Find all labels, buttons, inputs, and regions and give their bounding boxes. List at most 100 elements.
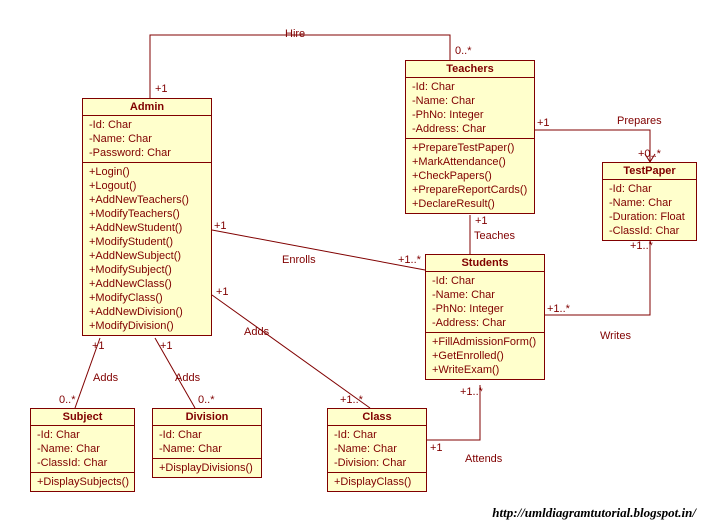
attr-row: -Name: Char xyxy=(412,94,528,108)
m: 0..* xyxy=(59,394,76,406)
class-subject: Subject-Id: Char-Name: Char-ClassId: Cha… xyxy=(30,408,135,492)
class-methods: +DisplayClass() xyxy=(328,473,426,491)
class-methods: +PrepareTestPaper()+MarkAttendance()+Che… xyxy=(406,139,534,213)
class-title: TestPaper xyxy=(603,163,696,180)
m: +1 xyxy=(537,117,550,129)
class-testpaper: TestPaper-Id: Char-Name: Char-Duration: … xyxy=(602,162,697,241)
attr-row: -Id: Char xyxy=(432,274,538,288)
class-title: Teachers xyxy=(406,61,534,78)
m: +1 xyxy=(214,220,227,232)
m: +1..* xyxy=(547,303,570,315)
class-attrs: -Id: Char-Name: Char-PhNo: Integer-Addre… xyxy=(406,78,534,139)
attr-row: -Division: Char xyxy=(334,456,420,470)
attr-row: -PhNo: Integer xyxy=(412,108,528,122)
method-row: +WriteExam() xyxy=(432,363,538,377)
class-methods: +DisplaySubjects() xyxy=(31,473,134,491)
method-row: +DisplaySubjects() xyxy=(37,475,128,489)
m: +1..* xyxy=(630,240,653,252)
class-attrs: -Id: Char-Name: Char-ClassId: Char xyxy=(31,426,134,473)
attr-row: -PhNo: Integer xyxy=(432,302,538,316)
class-division: Division-Id: Char-Name: Char+DisplayDivi… xyxy=(152,408,262,478)
m: +1 xyxy=(92,340,105,352)
m: +1 xyxy=(216,286,229,298)
class-title: Students xyxy=(426,255,544,272)
m: +1 xyxy=(160,340,173,352)
attr-row: -Id: Char xyxy=(412,80,528,94)
class-attrs: -Id: Char-Name: Char-Duration: Float-Cla… xyxy=(603,180,696,240)
method-row: +AddNewClass() xyxy=(89,277,205,291)
method-row: +PrepareReportCards() xyxy=(412,183,528,197)
method-row: +DeclareResult() xyxy=(412,197,528,211)
method-row: +Login() xyxy=(89,165,205,179)
attr-row: -Id: Char xyxy=(609,182,690,196)
method-row: +PrepareTestPaper() xyxy=(412,141,528,155)
attr-row: -Duration: Float xyxy=(609,210,690,224)
footer-link[interactable]: http://umldiagramtutorial.blogspot.in/ xyxy=(492,505,696,521)
method-row: +AddNewStudent() xyxy=(89,221,205,235)
method-row: +ModifyStudent() xyxy=(89,235,205,249)
m: +1..* xyxy=(398,254,421,266)
method-row: +MarkAttendance() xyxy=(412,155,528,169)
method-row: +AddNewTeachers() xyxy=(89,193,205,207)
attr-row: -Id: Char xyxy=(334,428,420,442)
method-row: +ModifySubject() xyxy=(89,263,205,277)
attr-row: -Password: Char xyxy=(89,146,205,160)
attr-row: -Name: Char xyxy=(37,442,128,456)
class-methods: +DisplayDivisions() xyxy=(153,459,261,477)
class-attrs: -Id: Char-Name: Char-Password: Char xyxy=(83,116,211,163)
m: +1 xyxy=(430,442,443,454)
attr-row: -Address: Char xyxy=(432,316,538,330)
class-title: Class xyxy=(328,409,426,426)
adds-division-label: Adds xyxy=(175,372,200,384)
class-title: Admin xyxy=(83,99,211,116)
class-methods: +Login()+Logout()+AddNewTeachers()+Modif… xyxy=(83,163,211,335)
method-row: +ModifyClass() xyxy=(89,291,205,305)
method-row: +ModifyTeachers() xyxy=(89,207,205,221)
attr-row: -Name: Char xyxy=(89,132,205,146)
method-row: +AddNewSubject() xyxy=(89,249,205,263)
m: +1 xyxy=(155,83,168,95)
class-title: Division xyxy=(153,409,261,426)
m: 0..* xyxy=(455,45,472,57)
m: +1 xyxy=(475,215,488,227)
attr-row: -Name: Char xyxy=(159,442,255,456)
attr-row: -ClassId: Char xyxy=(37,456,128,470)
writes-label: Writes xyxy=(600,330,631,342)
attr-row: -Id: Char xyxy=(37,428,128,442)
method-row: +Logout() xyxy=(89,179,205,193)
class-title: Subject xyxy=(31,409,134,426)
class-attrs: -Id: Char-Name: Char-Division: Char xyxy=(328,426,426,473)
method-row: +AddNewDivision() xyxy=(89,305,205,319)
attr-row: -Address: Char xyxy=(412,122,528,136)
attends-label: Attends xyxy=(465,453,502,465)
teaches-label: Teaches xyxy=(474,230,515,242)
attr-row: -Id: Char xyxy=(89,118,205,132)
method-row: +ModifyDivision() xyxy=(89,319,205,333)
class-teachers: Teachers-Id: Char-Name: Char-PhNo: Integ… xyxy=(405,60,535,214)
enrolls-label: Enrolls xyxy=(282,254,316,266)
class-admin: Admin-Id: Char-Name: Char-Password: Char… xyxy=(82,98,212,336)
class-attrs: -Id: Char-Name: Char xyxy=(153,426,261,459)
method-row: +CheckPapers() xyxy=(412,169,528,183)
attr-row: -Id: Char xyxy=(159,428,255,442)
attr-row: -ClassId: Char xyxy=(609,224,690,238)
adds-class-label: Adds xyxy=(244,326,269,338)
attr-row: -Name: Char xyxy=(432,288,538,302)
method-row: +GetEnrolled() xyxy=(432,349,538,363)
method-row: +DisplayClass() xyxy=(334,475,420,489)
class-class: Class-Id: Char-Name: Char-Division: Char… xyxy=(327,408,427,492)
class-attrs: -Id: Char-Name: Char-PhNo: Integer-Addre… xyxy=(426,272,544,333)
class-students: Students-Id: Char-Name: Char-PhNo: Integ… xyxy=(425,254,545,380)
prepares-label: Prepares xyxy=(617,115,662,127)
m: +1..* xyxy=(340,394,363,406)
hire-label: Hire xyxy=(285,28,305,40)
class-methods: +FillAdmissionForm()+GetEnrolled()+Write… xyxy=(426,333,544,379)
adds-subject-label: Adds xyxy=(93,372,118,384)
attr-row: -Name: Char xyxy=(334,442,420,456)
attr-row: -Name: Char xyxy=(609,196,690,210)
m: 0..* xyxy=(198,394,215,406)
method-row: +DisplayDivisions() xyxy=(159,461,255,475)
m: +1..* xyxy=(460,386,483,398)
method-row: +FillAdmissionForm() xyxy=(432,335,538,349)
m: +0..* xyxy=(638,148,661,160)
